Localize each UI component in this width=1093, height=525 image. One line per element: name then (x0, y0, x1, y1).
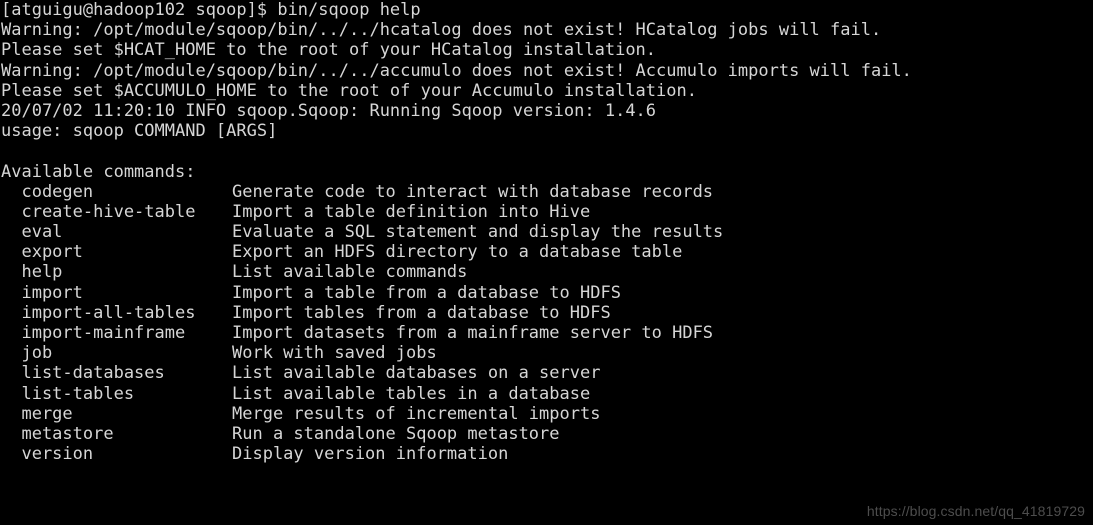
command-row-metastore: metastore Run a standalone Sqoop metastor… (0, 424, 1093, 444)
watermark-text: https://blog.csdn.net/qq_41819729 (866, 503, 1085, 519)
command-row-import-all-tables: import-all-tables Import tables from a da… (0, 303, 1093, 323)
command-description: Export an HDFS directory to a database t… (232, 242, 683, 263)
command-description: Merge results of incremental imports (232, 403, 601, 424)
command-name: metastore (1, 423, 114, 444)
available-commands-heading: Available commands: (1, 161, 196, 182)
command-row-codegen: codegen Generate code to interact with da… (0, 182, 1093, 202)
terminal-output-line-warning-hcatalog: Warning: /opt/module/sqoop/bin/../../hca… (1, 20, 882, 41)
command-name: list-tables (1, 383, 135, 404)
command-description: Import a table from a database to HDFS (232, 282, 621, 303)
command-name: import-all-tables (1, 302, 196, 323)
command-description: Display version information (232, 444, 509, 465)
command-description: Generate code to interact with database … (232, 181, 714, 202)
command-name: import-mainframe (1, 323, 186, 343)
terminal-output-line-usage: usage: sqoop COMMAND [ARGS] (1, 121, 278, 142)
terminal-output-line-hcat-home: Please set $HCAT_HOME to the root of you… (1, 40, 657, 61)
command-row-version: version Display version information (0, 444, 1093, 464)
command-row-merge: merge Merge results of incremental import… (0, 404, 1093, 424)
command-name: export (1, 242, 83, 263)
command-description: Import tables from a database to HDFS (232, 302, 611, 323)
command-name: job (1, 343, 53, 364)
terminal-output-line-sqoop-version: 20/07/02 11:20:10 INFO sqoop.Sqoop: Runn… (1, 100, 657, 121)
command-row-job: job Work with saved jobs (0, 343, 1093, 363)
command-row-create-hive-table: create-hive-table Import a table definiti… (0, 202, 1093, 222)
command-row-eval: eval Evaluate a SQL statement and display… (0, 222, 1093, 242)
command-name: codegen (1, 181, 94, 202)
terminal-output-line-accumulo-home: Please set $ACCUMULO_HOME to the root of… (1, 80, 697, 101)
command-name: create-hive-table (1, 201, 196, 222)
command-row-import: import Import a table from a database to … (0, 283, 1093, 303)
command-description: Evaluate a SQL statement and display the… (232, 222, 724, 243)
terminal-window[interactable]: [atguigu@hadoop102 sqoop]$ bin/sqoop hel… (0, 0, 1093, 525)
command-description: Run a standalone Sqoop metastore (232, 423, 560, 444)
command-description: List available commands (232, 262, 468, 283)
command-description: Import datasets from a mainframe server … (232, 323, 714, 343)
command-name: import (1, 282, 83, 303)
command-description: List available databases on a server (232, 363, 601, 384)
command-row-export: export Export an HDFS directory to a data… (0, 242, 1093, 262)
command-name: help (1, 262, 63, 283)
command-row-list-databases: list-databases List available databases o… (0, 363, 1093, 383)
terminal-output-line-warning-accumulo: Warning: /opt/module/sqoop/bin/../../acc… (1, 60, 912, 81)
command-name: version (1, 444, 94, 465)
command-row-help: help List available commands (0, 262, 1093, 282)
command-description: Import a table definition into Hive (232, 201, 591, 222)
command-name: list-databases (1, 363, 165, 384)
command-name: merge (1, 403, 73, 424)
command-row-import-mainframe: import-mainframe Import datasets from a m… (0, 323, 1093, 343)
command-name: eval (1, 222, 63, 243)
command-description: List available tables in a database (232, 383, 591, 404)
command-description: Work with saved jobs (232, 343, 437, 364)
terminal-prompt-line: [atguigu@hadoop102 sqoop]$ bin/sqoop hel… (1, 0, 421, 20)
command-row-list-tables: list-tables List available tables in a da… (0, 384, 1093, 404)
